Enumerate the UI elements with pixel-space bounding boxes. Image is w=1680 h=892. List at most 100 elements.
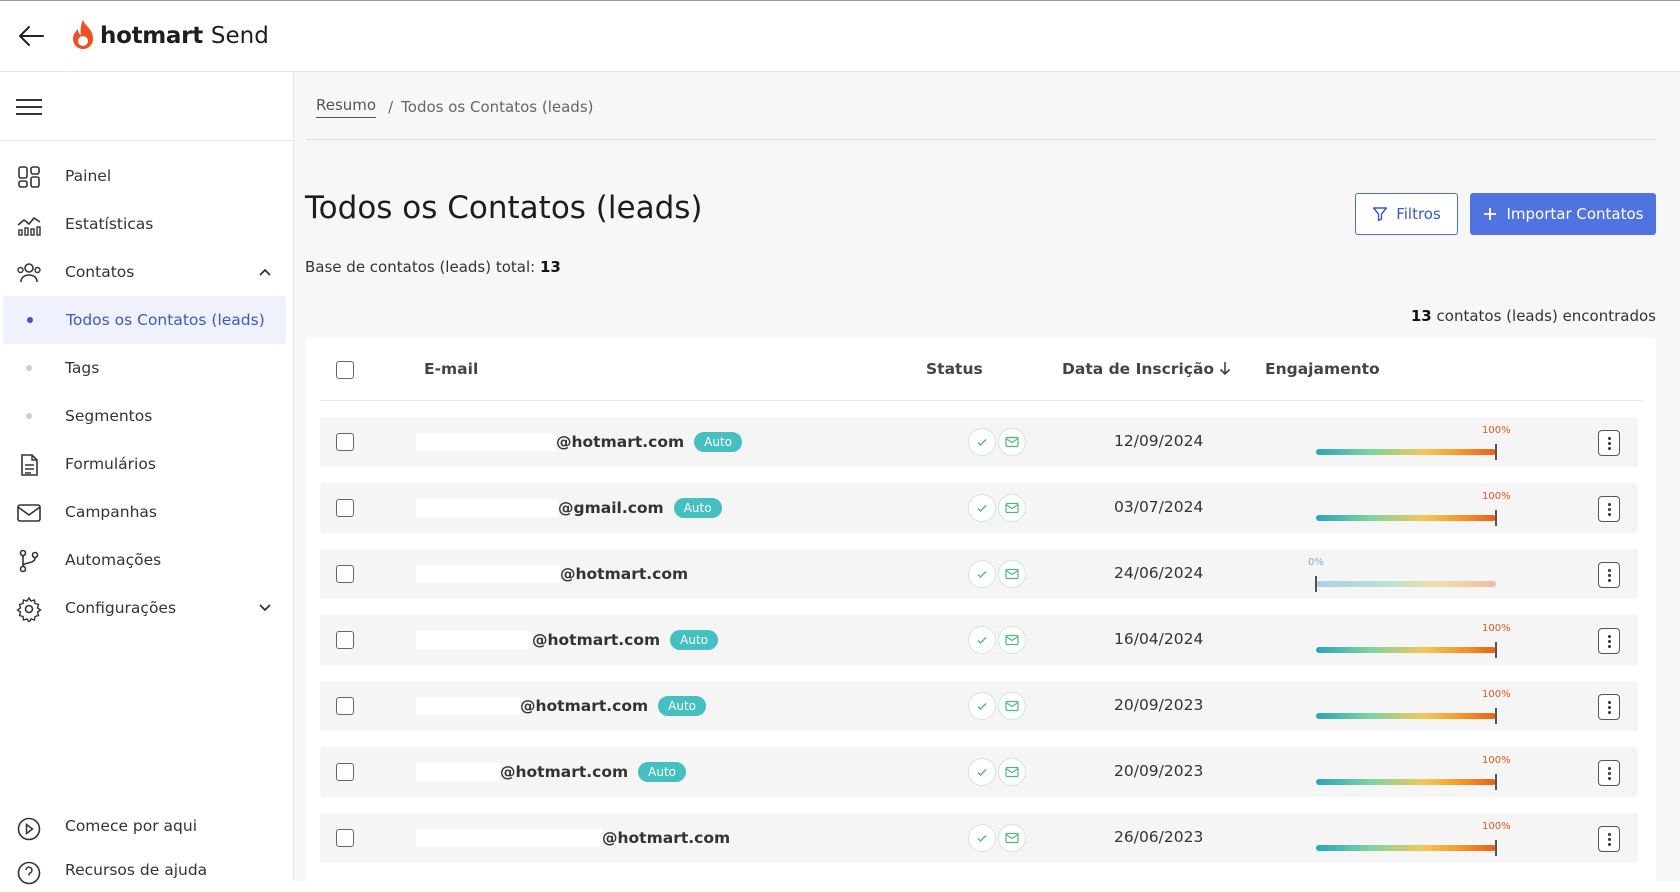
row-actions-button[interactable] <box>1598 628 1620 654</box>
sidebar-item-label: Formulários <box>65 455 156 473</box>
sidebar-item-tags[interactable]: Tags <box>0 344 293 392</box>
row-checkbox[interactable] <box>336 763 354 781</box>
contacts-table: E-mail Status Data de Inscrição Engajame… <box>306 338 1656 881</box>
branch-icon <box>19 549 39 573</box>
engagement-meter: 100% <box>1316 491 1516 526</box>
back-button[interactable] <box>14 19 48 53</box>
subscription-date: 12/09/2024 <box>1114 432 1204 450</box>
table-row[interactable]: @hotmart.com 24/06/2024 0% <box>320 549 1638 599</box>
status-cell <box>968 626 1026 654</box>
table-row[interactable]: @hotmart.com Auto 20/09/2023 100% <box>320 747 1638 797</box>
status-cell <box>968 428 1026 456</box>
sidebar-item-comece[interactable]: Comece por aqui <box>0 804 293 848</box>
mail-icon <box>998 824 1026 852</box>
sidebar-item-label: Comece por aqui <box>65 817 198 835</box>
sidebar-item-automacoes[interactable]: Automações <box>0 536 293 584</box>
logo[interactable]: hotmart Send <box>70 19 269 53</box>
row-checkbox[interactable] <box>336 697 354 715</box>
redacted-block <box>416 697 520 715</box>
email-cell[interactable]: @hotmart.com Auto <box>416 430 743 454</box>
breadcrumb-root-link[interactable]: Resumo <box>316 96 377 118</box>
row-checkbox[interactable] <box>336 631 354 649</box>
sidebar-item-label: Estatísticas <box>65 215 154 233</box>
mail-icon <box>998 692 1026 720</box>
sidebar-item-estatisticas[interactable]: Estatísticas <box>0 200 293 248</box>
engagement-percent: 100% <box>1482 425 1511 436</box>
table-row[interactable]: @hotmart.com Auto 20/09/2023 100% <box>320 681 1638 731</box>
found-label: contatos (leads) encontrados <box>1436 307 1656 325</box>
sidebar-item-formularios[interactable]: Formulários <box>0 440 293 488</box>
sidebar-item-label: Recursos de ajuda <box>65 861 208 879</box>
column-header-date[interactable]: Data de Inscrição <box>1062 360 1231 378</box>
sidebar-item-segmentos[interactable]: Segmentos <box>0 392 293 440</box>
row-actions-button[interactable] <box>1598 430 1620 456</box>
sidebar-item-label: Painel <box>65 167 112 185</box>
email-cell[interactable]: @hotmart.com Auto <box>416 628 719 652</box>
table-row[interactable]: @gmail.com Auto 03/07/2024 100% <box>320 483 1638 533</box>
engagement-meter: 0% <box>1308 557 1516 592</box>
subscription-date: 16/04/2024 <box>1114 630 1204 648</box>
auto-badge: Auto <box>670 630 719 650</box>
filters-button[interactable]: Filtros <box>1355 193 1458 235</box>
email-cell[interactable]: @hotmart.com Auto <box>416 760 687 784</box>
table-row[interactable]: @hotmart.com Auto 16/04/2024 100% <box>320 615 1638 665</box>
engagement-marker <box>1495 774 1497 790</box>
logo-product: Send <box>210 23 269 49</box>
dashboard-icon <box>18 166 40 188</box>
row-actions-button[interactable] <box>1598 496 1620 522</box>
divider <box>306 139 1656 140</box>
column-header-email[interactable]: E-mail <box>424 360 478 378</box>
auto-badge: Auto <box>694 432 743 452</box>
row-actions-button[interactable] <box>1598 694 1620 720</box>
sidebar-item-recursos[interactable]: Recursos de ajuda <box>0 848 293 892</box>
row-checkbox[interactable] <box>336 829 354 847</box>
engagement-percent: 100% <box>1482 821 1511 832</box>
row-checkbox[interactable] <box>336 433 354 451</box>
subscription-date: 24/06/2024 <box>1114 564 1204 582</box>
email-cell[interactable]: @hotmart.com <box>416 562 688 586</box>
email-cell[interactable]: @hotmart.com <box>416 826 730 850</box>
found-count: 13 <box>1410 307 1432 325</box>
check-icon <box>968 692 996 720</box>
row-actions-button[interactable] <box>1598 562 1620 588</box>
table-row[interactable]: @hotmart.com Auto 12/09/2024 100% <box>320 417 1638 467</box>
stats-icon <box>17 216 41 236</box>
sidebar-item-campanhas[interactable]: Campanhas <box>0 488 293 536</box>
engagement-marker <box>1495 510 1497 526</box>
email-cell[interactable]: @gmail.com Auto <box>416 496 722 520</box>
breadcrumb-current: Todos os Contatos (leads) <box>401 98 594 116</box>
play-circle-icon <box>17 817 41 841</box>
table-row[interactable]: @hotmart.com 26/06/2023 100% <box>320 813 1638 863</box>
breadcrumb: Resumo / Todos os Contatos (leads) <box>316 96 594 118</box>
engagement-percent: 100% <box>1482 755 1511 766</box>
auto-badge: Auto <box>673 498 722 518</box>
hamburger-icon[interactable] <box>16 94 42 120</box>
column-header-engagement[interactable]: Engajamento <box>1265 360 1380 378</box>
email-suffix: @hotmart.com <box>556 433 685 451</box>
sidebar-item-painel[interactable]: Painel <box>0 152 293 200</box>
status-cell <box>968 758 1026 786</box>
engagement-percent: 100% <box>1482 623 1511 634</box>
email-suffix: @hotmart.com <box>532 631 661 649</box>
breadcrumb-separator: / <box>388 98 394 116</box>
mail-icon <box>17 504 41 522</box>
row-actions-button[interactable] <box>1598 760 1620 786</box>
import-contacts-button[interactable]: Importar Contatos <box>1470 193 1656 235</box>
row-actions-button[interactable] <box>1598 826 1620 852</box>
email-suffix: @hotmart.com <box>520 697 649 715</box>
filter-icon <box>1373 207 1388 222</box>
sidebar-item-todos-contatos[interactable]: Todos os Contatos (leads) <box>3 296 286 344</box>
sidebar-item-contatos[interactable]: Contatos <box>0 248 293 296</box>
engagement-meter: 100% <box>1316 755 1516 790</box>
column-header-status[interactable]: Status <box>926 360 983 378</box>
sidebar-nav: Painel Estatísticas Contatos Todos os Co… <box>0 152 293 632</box>
sidebar-item-configuracoes[interactable]: Configurações <box>0 584 293 632</box>
engagement-marker <box>1495 642 1497 658</box>
flame-logo-icon <box>73 20 93 49</box>
email-cell[interactable]: @hotmart.com Auto <box>416 694 707 718</box>
email-suffix: @gmail.com <box>558 499 664 517</box>
row-checkbox[interactable] <box>336 499 354 517</box>
row-checkbox[interactable] <box>336 565 354 583</box>
check-icon <box>968 626 996 654</box>
select-all-checkbox[interactable] <box>336 361 354 379</box>
